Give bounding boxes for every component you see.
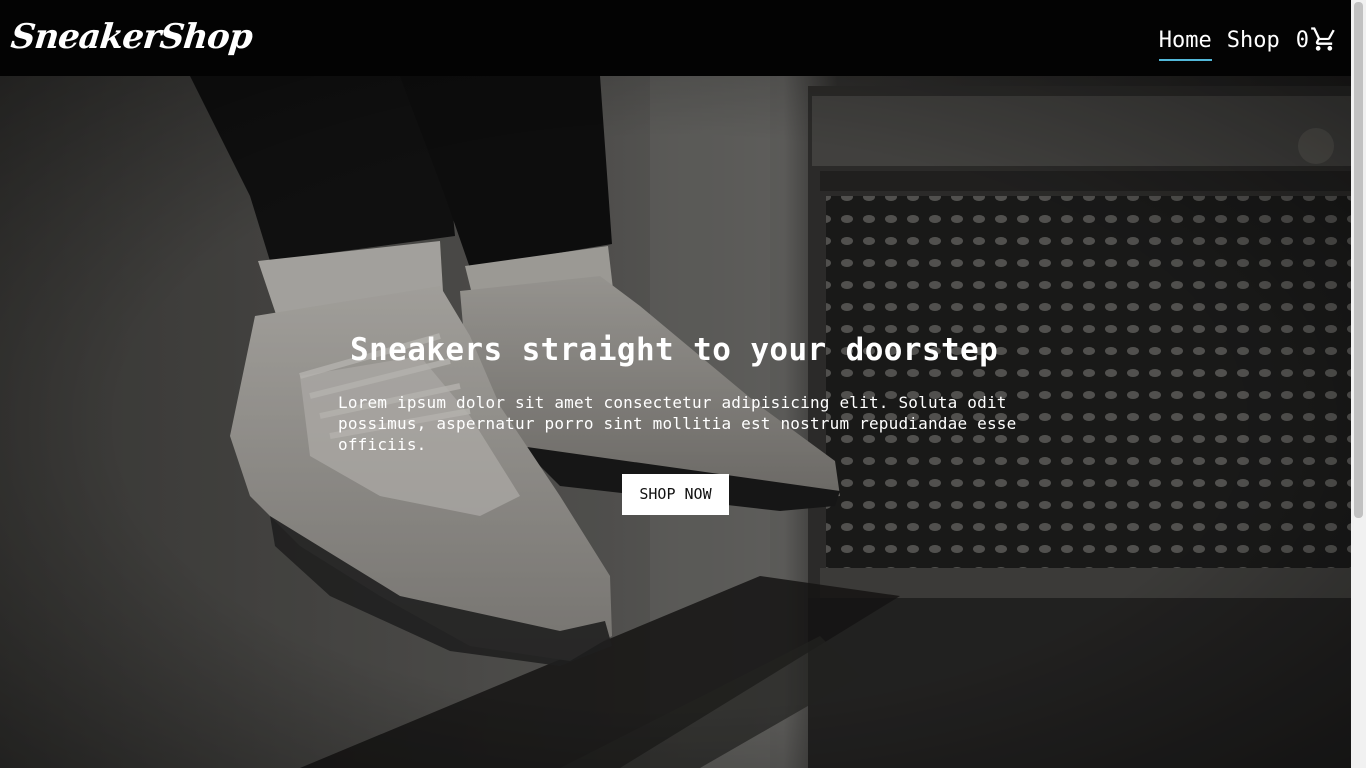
top-navbar: SneakerShop Home Shop 0 [0, 0, 1351, 76]
cart-count: 0 [1295, 28, 1309, 53]
page: SneakerShop Home Shop 0 Sneakers straigh… [0, 0, 1366, 768]
shopping-cart-icon [1311, 27, 1335, 51]
hero-section: Sneakers straight to your doorstep Lorem… [0, 76, 1351, 768]
brand-logo[interactable]: SneakerShop [9, 14, 255, 60]
hero-content: Sneakers straight to your doorstep Lorem… [0, 76, 1351, 768]
page-scrollbar[interactable] [1351, 0, 1366, 768]
nav-link-shop[interactable]: Shop [1227, 24, 1280, 61]
cart-button[interactable]: 0 [1296, 24, 1338, 58]
main-nav: Home Shop 0 [1144, 24, 1338, 64]
hero-description: Lorem ipsum dolor sit amet consectetur a… [338, 393, 1017, 454]
hero-title: Sneakers straight to your doorstep [350, 332, 999, 368]
scrollbar-thumb[interactable] [1354, 2, 1363, 518]
nav-link-home[interactable]: Home [1158, 24, 1212, 61]
shop-now-button[interactable]: SHOP NOW [622, 474, 729, 515]
